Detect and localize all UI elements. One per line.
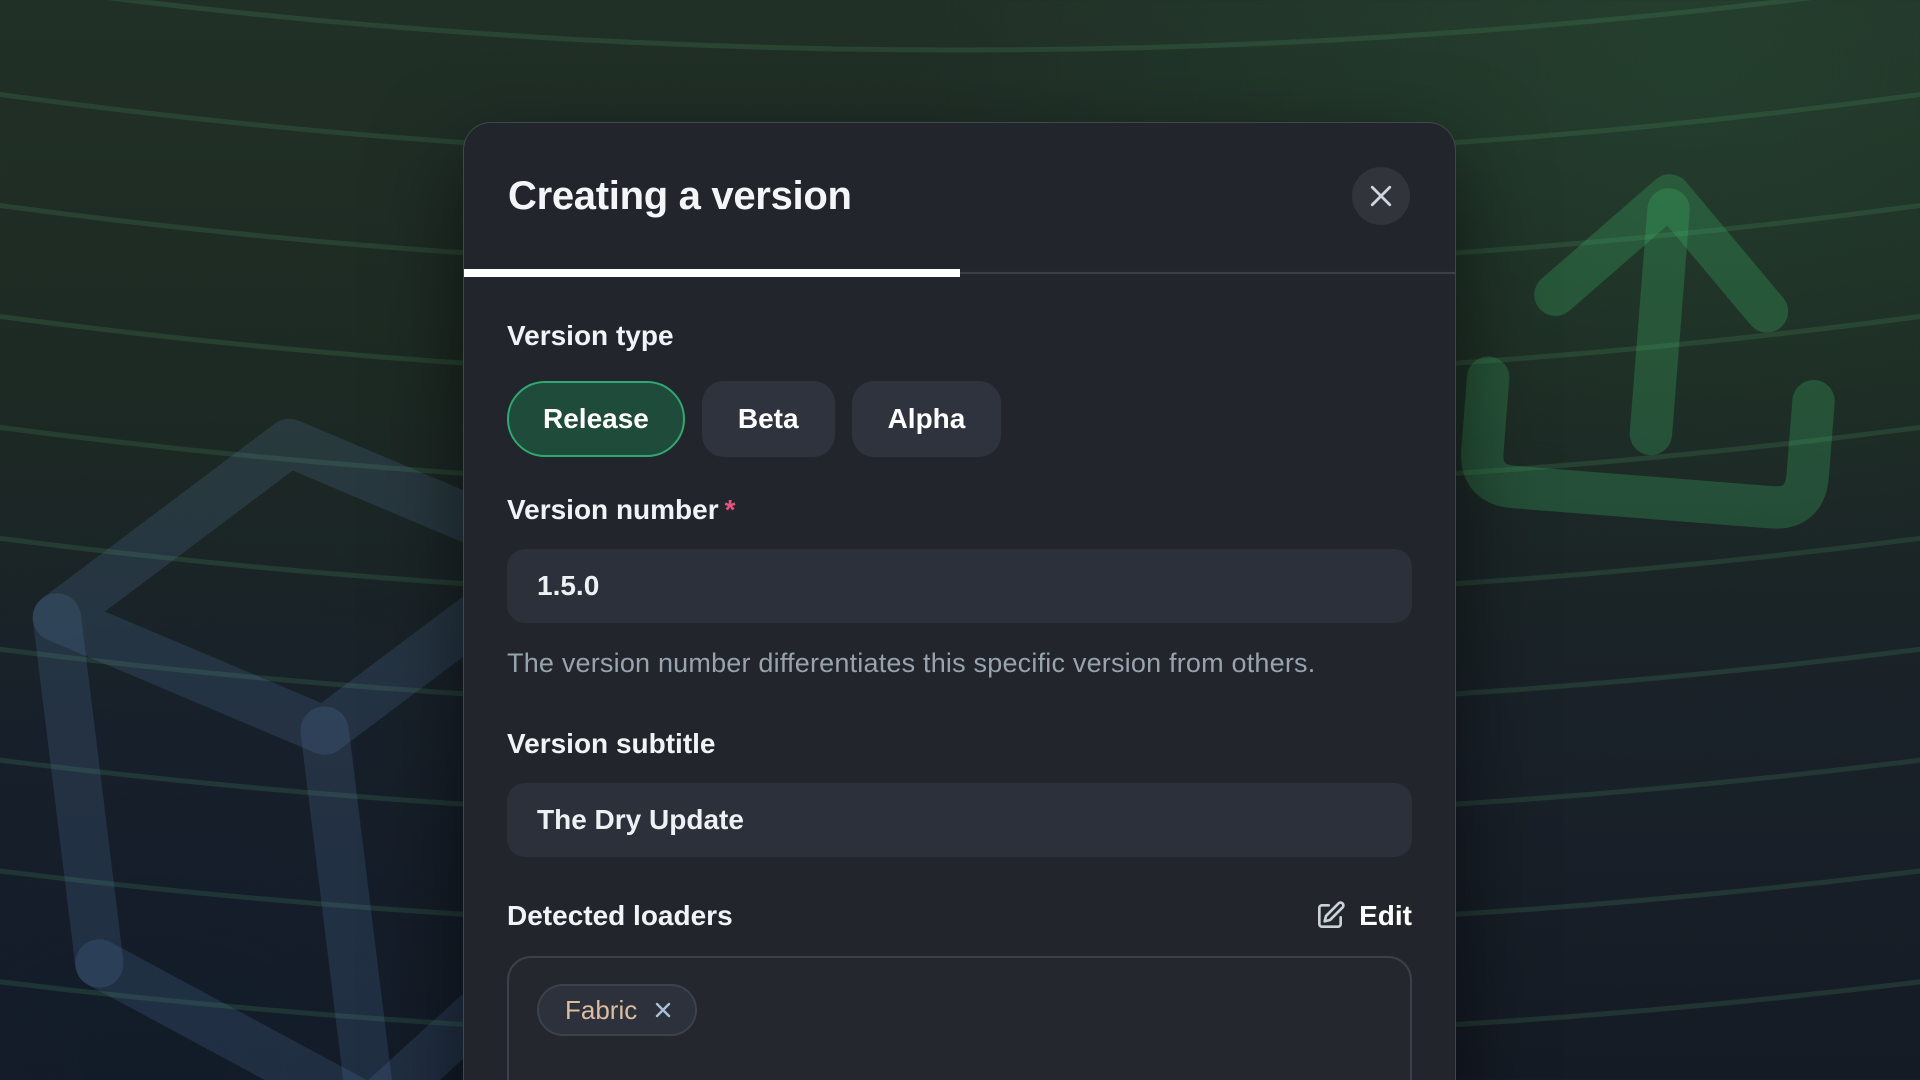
modal-body: Version type Release Beta Alpha Version … (464, 319, 1455, 1080)
progress-bar (464, 269, 1455, 277)
version-number-help-text: The version number differentiates this s… (507, 641, 1365, 685)
modal-header: Creating a version (464, 123, 1455, 269)
edit-loaders-button[interactable]: Edit (1314, 900, 1412, 932)
loader-chip-fabric: Fabric (537, 984, 697, 1036)
loader-chip-label: Fabric (565, 995, 637, 1026)
version-number-label: Version number* (507, 493, 1412, 527)
version-subtitle-label: Version subtitle (507, 727, 1412, 761)
required-asterisk: * (719, 494, 736, 525)
detected-loaders-box: Fabric (507, 956, 1412, 1080)
remove-loader-icon[interactable] (651, 998, 675, 1022)
version-type-beta-button[interactable]: Beta (702, 381, 835, 457)
upload-decoration-icon (1441, 81, 1879, 556)
progress-bar-fill (464, 269, 960, 277)
edit-button-label: Edit (1359, 900, 1412, 932)
modal-title: Creating a version (508, 174, 852, 219)
version-type-label: Version type (507, 319, 1412, 353)
version-type-alpha-button[interactable]: Alpha (852, 381, 1002, 457)
version-type-release-button[interactable]: Release (507, 381, 685, 457)
create-version-modal: Creating a version Version type Release … (463, 122, 1456, 1080)
version-subtitle-input[interactable] (507, 783, 1412, 857)
edit-pencil-square-icon (1314, 900, 1346, 932)
version-number-label-text: Version number (507, 494, 719, 525)
version-number-input[interactable] (507, 549, 1412, 623)
close-icon (1366, 181, 1396, 211)
version-type-options: Release Beta Alpha (507, 381, 1412, 457)
detected-loaders-label: Detected loaders (507, 899, 733, 933)
close-button[interactable] (1352, 167, 1410, 225)
